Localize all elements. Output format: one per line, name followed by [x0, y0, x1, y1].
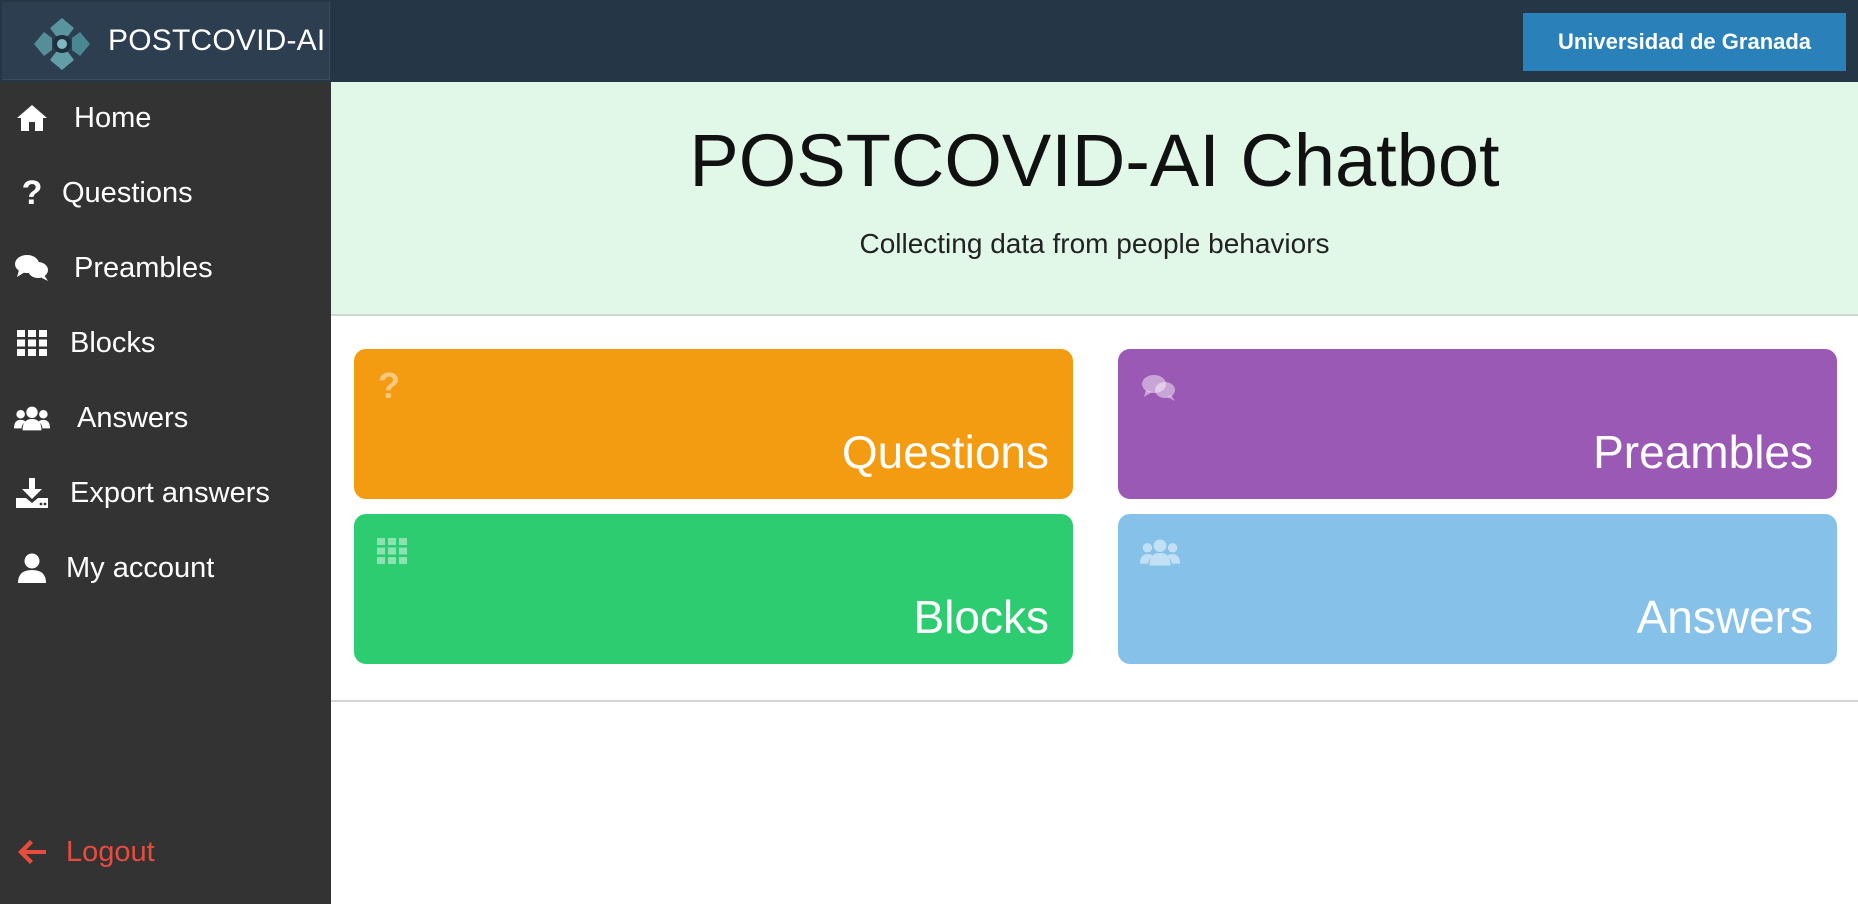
question-icon: ? — [378, 365, 400, 406]
grid-icon — [14, 325, 50, 361]
tile-label: Blocks — [913, 591, 1049, 643]
top-bar: POSTCOVID-AI Universidad de Granada — [0, 0, 1858, 82]
sidebar-item-blocks[interactable]: Blocks — [0, 313, 331, 373]
brand-name: POSTCOVID-AI — [108, 24, 326, 57]
postcovid-logo — [34, 18, 90, 70]
sidebar-item-label: Answers — [77, 401, 189, 434]
tile-label: Questions — [841, 426, 1049, 478]
hero-banner: POSTCOVID-AI Chatbot Collecting data fro… — [331, 82, 1858, 316]
tile-label: Answers — [1636, 591, 1813, 643]
sidebar-item-home[interactable]: Home — [0, 88, 331, 148]
sidebar-item-preambles[interactable]: Preambles — [0, 238, 331, 298]
arrow-left-icon — [14, 834, 50, 870]
universidad-button[interactable]: Universidad de Granada — [1523, 13, 1846, 71]
sidebar-item-label: Home — [74, 101, 152, 134]
sidebar-item-logout[interactable]: Logout — [0, 822, 331, 882]
question-icon: ? — [21, 173, 43, 212]
tile-label: Preambles — [1593, 426, 1813, 478]
sidebar: Home ? Questions Preambles Blocks Answer… — [0, 82, 331, 904]
sidebar-item-label: My account — [66, 551, 215, 584]
users-icon — [14, 400, 50, 436]
comments-icon — [1140, 373, 1180, 409]
sidebar-item-label: Questions — [62, 176, 193, 209]
sidebar-item-label: Blocks — [70, 326, 156, 359]
user-icon — [14, 550, 50, 586]
sidebar-item-my-account[interactable]: My account — [0, 538, 331, 598]
page-subtitle: Collecting data from people behaviors — [859, 228, 1330, 259]
grid-icon — [376, 538, 416, 574]
download-icon — [14, 475, 50, 511]
sidebar-item-label: Preambles — [74, 251, 213, 284]
sidebar-item-answers[interactable]: Answers — [0, 388, 331, 448]
tile-questions[interactable]: ? Questions — [354, 349, 1073, 499]
tile-preambles[interactable]: Preambles — [1118, 349, 1837, 499]
brand[interactable]: POSTCOVID-AI — [2, 2, 330, 80]
comments-icon — [14, 250, 50, 286]
tile-blocks[interactable]: Blocks — [354, 514, 1073, 664]
sidebar-item-questions[interactable]: ? Questions — [0, 163, 331, 223]
tile-answers[interactable]: Answers — [1118, 514, 1837, 664]
users-icon — [1140, 538, 1180, 574]
logout-label: Logout — [66, 835, 155, 868]
home-icon — [14, 100, 50, 136]
page-title: POSTCOVID-AI Chatbot — [689, 119, 1500, 202]
content-divider — [331, 700, 1858, 702]
sidebar-item-label: Export answers — [70, 476, 270, 509]
sidebar-item-export-answers[interactable]: Export answers — [0, 463, 331, 523]
